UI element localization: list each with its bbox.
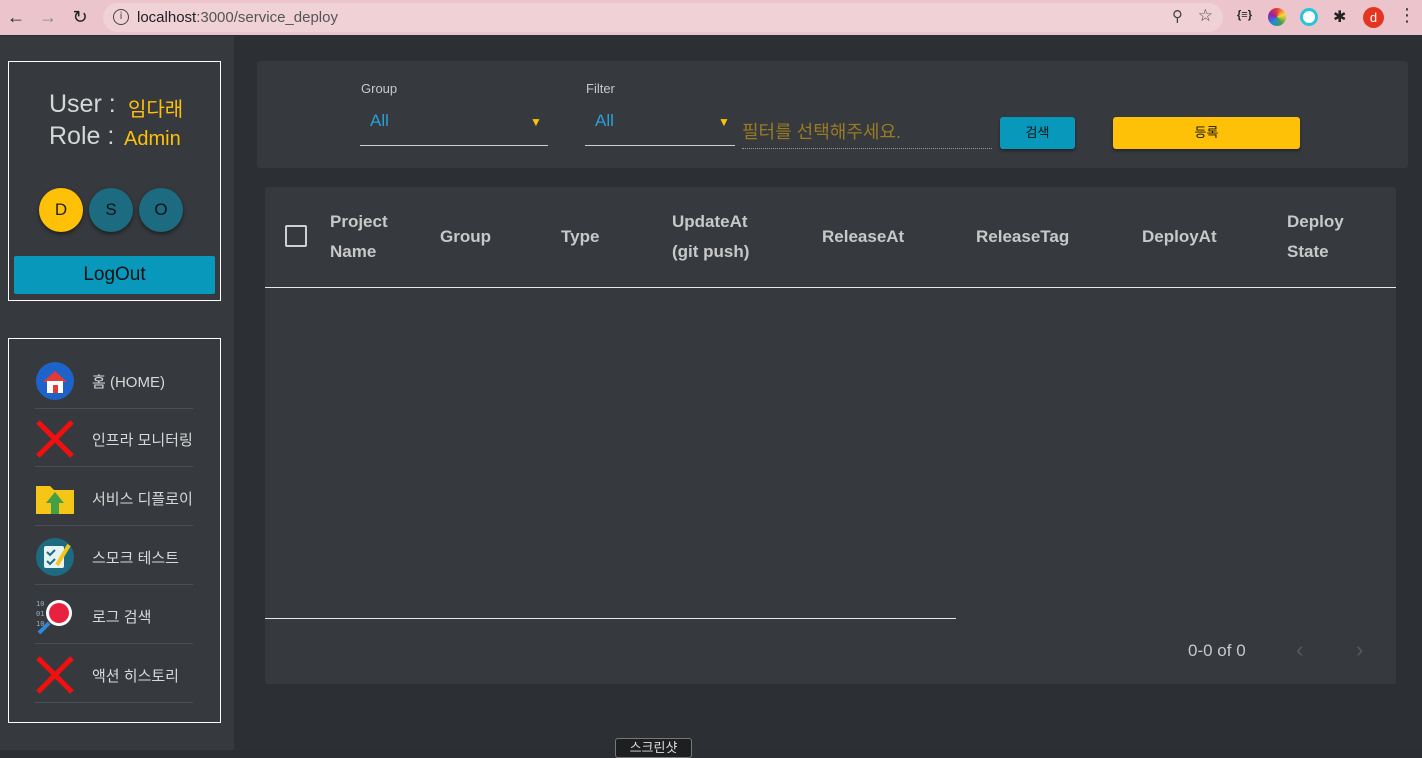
url-text: localhost:3000/service_deploy (137, 9, 338, 26)
nav-label-service-deploy: 서비스 디플로이 (92, 491, 193, 508)
nav-item-infra-monitoring[interactable]: 인프라 모니터링 (35, 409, 193, 467)
nav-label-action-history: 액션 히스토리 (92, 668, 179, 685)
log-search-icon: 10 01 10 (36, 600, 72, 635)
home-icon (36, 362, 74, 400)
reload-icon[interactable]: ↻ (70, 7, 90, 27)
nav-label-home: 홈 (HOME) (92, 374, 165, 391)
site-info-icon[interactable]: i (113, 9, 129, 25)
nav-item-log-search[interactable]: 10 01 10 로그 검색 (35, 586, 193, 644)
zoom-icon[interactable]: ⚲ (1172, 7, 1183, 25)
table-divider (265, 618, 956, 619)
chevron-left-icon[interactable]: ‹ (1296, 637, 1303, 663)
column-header-type[interactable]: Type (561, 222, 599, 252)
nav-menu: 홈 (HOME) 인프라 모니터링 서비스 디플로이 스모크 테스트 10 01… (8, 338, 221, 723)
back-arrow-icon[interactable]: ← (6, 7, 26, 27)
chevron-down-icon: ▼ (718, 115, 730, 129)
column-header-release-at[interactable]: ReleaseAt (822, 222, 904, 252)
folder-upload-icon (36, 486, 74, 514)
browser-menu-icon[interactable]: ⋮ (1398, 5, 1416, 26)
main-content: Group All ▼ Filter All ▼ 필터를 선택해주세요. 검색 … (234, 36, 1422, 758)
user-label: User : (49, 90, 116, 118)
target-extension-icon[interactable] (1300, 8, 1318, 26)
nav-item-service-deploy[interactable]: 서비스 디플로이 (35, 468, 193, 526)
svg-text:01: 01 (36, 610, 44, 618)
role-name: Admin (124, 128, 181, 150)
puzzle-extensions-icon[interactable]: ✱ (1333, 7, 1346, 27)
nav-item-smoke-test[interactable]: 스모크 테스트 (35, 527, 193, 585)
group-select[interactable]: All ▼ (360, 109, 548, 146)
profile-avatar[interactable]: d (1363, 7, 1384, 28)
filter-label: Filter (586, 81, 615, 96)
nav-label-log-search: 로그 검색 (92, 609, 152, 626)
nav-label-smoke-test: 스모크 테스트 (92, 550, 179, 567)
sidebar: User : 임다래 Role : Admin D S O LogOut 홈 (… (0, 36, 234, 750)
red-x-icon (36, 420, 74, 458)
nav-item-action-history[interactable]: 액션 히스토리 (35, 645, 193, 703)
table-header-row: Project Name Group Type UpdateAt (git push… (265, 187, 1396, 288)
json-viewer-extension-icon[interactable]: {≡} (1237, 9, 1252, 21)
svg-text:10: 10 (36, 600, 44, 608)
column-header-update-at[interactable]: UpdateAt (git push) (672, 207, 749, 267)
search-button[interactable]: 검색 (1000, 117, 1075, 149)
filter-text-input[interactable]: 필터를 선택해주세요. (742, 116, 992, 149)
filter-placeholder: 필터를 선택해주세요. (742, 122, 902, 142)
role-label: Role : (49, 122, 115, 150)
role-circle-s[interactable]: S (89, 188, 133, 232)
logout-button[interactable]: LogOut (14, 256, 215, 294)
role-circle-d[interactable]: D (39, 188, 83, 232)
filter-select-value: All (595, 111, 614, 130)
register-button[interactable]: 등록 (1113, 117, 1300, 149)
nav-label-infra-monitoring: 인프라 모니터링 (92, 432, 193, 449)
bookmark-star-icon[interactable]: ☆ (1198, 6, 1213, 26)
screenshot-tab[interactable]: 스크린샷 (615, 738, 692, 758)
deploy-table: Project Name Group Type UpdateAt (git push… (265, 187, 1396, 684)
filter-select[interactable]: All ▼ (585, 109, 735, 146)
select-all-checkbox[interactable] (285, 225, 307, 247)
chevron-right-icon[interactable]: › (1356, 637, 1363, 663)
chevron-down-icon: ▼ (530, 115, 542, 129)
group-label: Group (361, 81, 398, 96)
user-info-panel: User : 임다래 Role : Admin D S O LogOut (8, 61, 221, 301)
role-circle-o[interactable]: O (139, 188, 183, 232)
column-header-group[interactable]: Group (440, 222, 491, 252)
filter-toolbar: Group All ▼ Filter All ▼ 필터를 선택해주세요. 검색 … (257, 61, 1408, 168)
forward-arrow-icon[interactable]: → (38, 7, 58, 27)
column-header-release-tag[interactable]: ReleaseTag (976, 222, 1069, 252)
column-header-deploy-state[interactable]: Deploy State (1287, 207, 1344, 267)
browser-toolbar: ← → ↻ i localhost:3000/service_deploy ⚲ … (0, 0, 1422, 35)
address-bar[interactable]: i localhost:3000/service_deploy ⚲ ☆ (103, 3, 1223, 32)
pagination-range: 0-0 of 0 (1188, 641, 1246, 660)
group-select-value: All (370, 111, 389, 130)
red-x-icon (36, 656, 74, 694)
user-name: 임다래 (128, 99, 184, 121)
color-picker-extension-icon[interactable] (1268, 8, 1286, 26)
checklist-icon (36, 538, 74, 576)
column-header-deploy-at[interactable]: DeployAt (1142, 222, 1217, 252)
nav-item-home[interactable]: 홈 (HOME) (35, 351, 193, 409)
column-header-project-name[interactable]: Project Name (330, 207, 388, 267)
